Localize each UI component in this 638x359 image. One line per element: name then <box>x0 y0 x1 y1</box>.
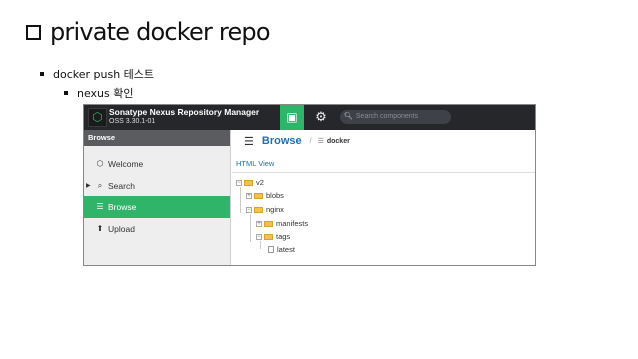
folder-icon <box>264 233 273 240</box>
search-input[interactable]: 🔍︎ Search components <box>340 110 451 124</box>
tree-node-tags[interactable]: − tags <box>256 232 290 241</box>
bullet-level1: docker push 테스트 <box>40 66 154 82</box>
tree-node-label: v2 <box>256 178 264 187</box>
admin-settings-button[interactable]: ⚙ <box>310 105 332 130</box>
sidebar-item-label: Welcome <box>108 159 144 169</box>
sidebar: Browse ⬡ Welcome ▶ ⌕ Search ☰ Browse ⬆ U… <box>84 130 231 265</box>
gear-icon: ⚙ <box>315 110 327 125</box>
bullet-level2-text: nexus 확인 <box>77 87 134 100</box>
collapse-icon[interactable]: − <box>236 179 242 186</box>
expand-icon[interactable]: + <box>246 192 252 199</box>
bullet-level2: nexus 확인 <box>64 85 134 101</box>
tree-node-label: tags <box>276 232 291 241</box>
sidebar-item-welcome[interactable]: ⬡ Welcome <box>84 153 230 175</box>
breadcrumb-separator: / <box>309 137 312 145</box>
folder-icon <box>244 179 253 186</box>
app-version: OSS 3.30.1-01 <box>109 118 156 125</box>
database-icon: ☰ <box>96 202 104 211</box>
tree-line <box>250 214 251 242</box>
folder-icon <box>254 206 263 213</box>
tree-node-label: nginx <box>266 205 284 214</box>
html-view-link[interactable]: HTML View <box>236 159 274 168</box>
browse-mode-button[interactable]: ▣ <box>280 105 304 130</box>
tree-node-manifests[interactable]: + manifests <box>256 219 308 228</box>
sidebar-item-label: Browse <box>108 202 137 212</box>
cube-icon: ▣ <box>286 110 298 124</box>
search-icon: ⌕ <box>97 181 103 190</box>
tree-line <box>240 187 241 213</box>
tree-node-blobs[interactable]: + blobs <box>246 191 284 200</box>
collapse-icon[interactable]: − <box>246 206 252 213</box>
slide-title: private docker repo <box>26 18 271 46</box>
breadcrumb-repository: docker <box>326 137 350 145</box>
expand-icon[interactable]: + <box>256 220 262 227</box>
checkbox-square-icon <box>26 24 41 40</box>
search-placeholder: Search components <box>355 113 419 120</box>
tree-node-label: blobs <box>266 191 284 200</box>
sidebar-item-upload[interactable]: ⬆ Upload <box>84 218 230 240</box>
breadcrumb-browse[interactable]: Browse <box>262 135 302 147</box>
folder-icon <box>254 192 263 199</box>
sidebar-header: Browse <box>84 130 230 146</box>
upload-icon: ⬆ <box>96 224 104 233</box>
breadcrumb: ☰ Browse / ☰ docker <box>232 130 535 152</box>
bullet-level1-text: docker push 테스트 <box>53 68 155 81</box>
app-header: ⬡ Sonatype Nexus Repository Manager OSS … <box>84 105 535 130</box>
tree-node-latest[interactable]: latest <box>268 245 295 254</box>
search-icon: 🔍︎ <box>344 113 353 120</box>
folder-icon <box>264 220 273 227</box>
tree-node-label: manifests <box>276 219 309 228</box>
hexagon-icon: ⬡ <box>96 159 104 168</box>
divider <box>232 172 535 173</box>
slide-title-text: private docker repo <box>50 18 271 46</box>
sidebar-item-search[interactable]: ▶ ⌕ Search <box>84 175 230 197</box>
bullet-icon <box>64 91 68 95</box>
file-icon <box>268 246 274 253</box>
nexus-screenshot: ⬡ Sonatype Nexus Repository Manager OSS … <box>83 104 536 266</box>
collapse-icon[interactable]: − <box>256 233 262 240</box>
tree-line <box>260 241 261 249</box>
app-name: Sonatype Nexus Repository Manager <box>109 107 260 117</box>
sidebar-item-browse[interactable]: ☰ Browse <box>84 196 230 218</box>
bullet-icon <box>40 72 44 76</box>
sidebar-item-label: Search <box>108 181 135 191</box>
tree-node-label: latest <box>277 245 295 254</box>
tree-node-v2[interactable]: − v2 <box>236 178 264 187</box>
sidebar-item-label: Upload <box>108 224 135 234</box>
nexus-logo-icon[interactable]: ⬡ <box>88 108 107 127</box>
tree-node-nginx[interactable]: − nginx <box>246 205 284 214</box>
database-icon: ☰ <box>244 135 254 148</box>
repository-icon: ☰ <box>317 138 324 145</box>
expand-arrow-icon[interactable]: ▶ <box>86 175 91 197</box>
browse-panel: ☰ Browse / ☰ docker HTML View − v2 + blo… <box>232 130 535 265</box>
